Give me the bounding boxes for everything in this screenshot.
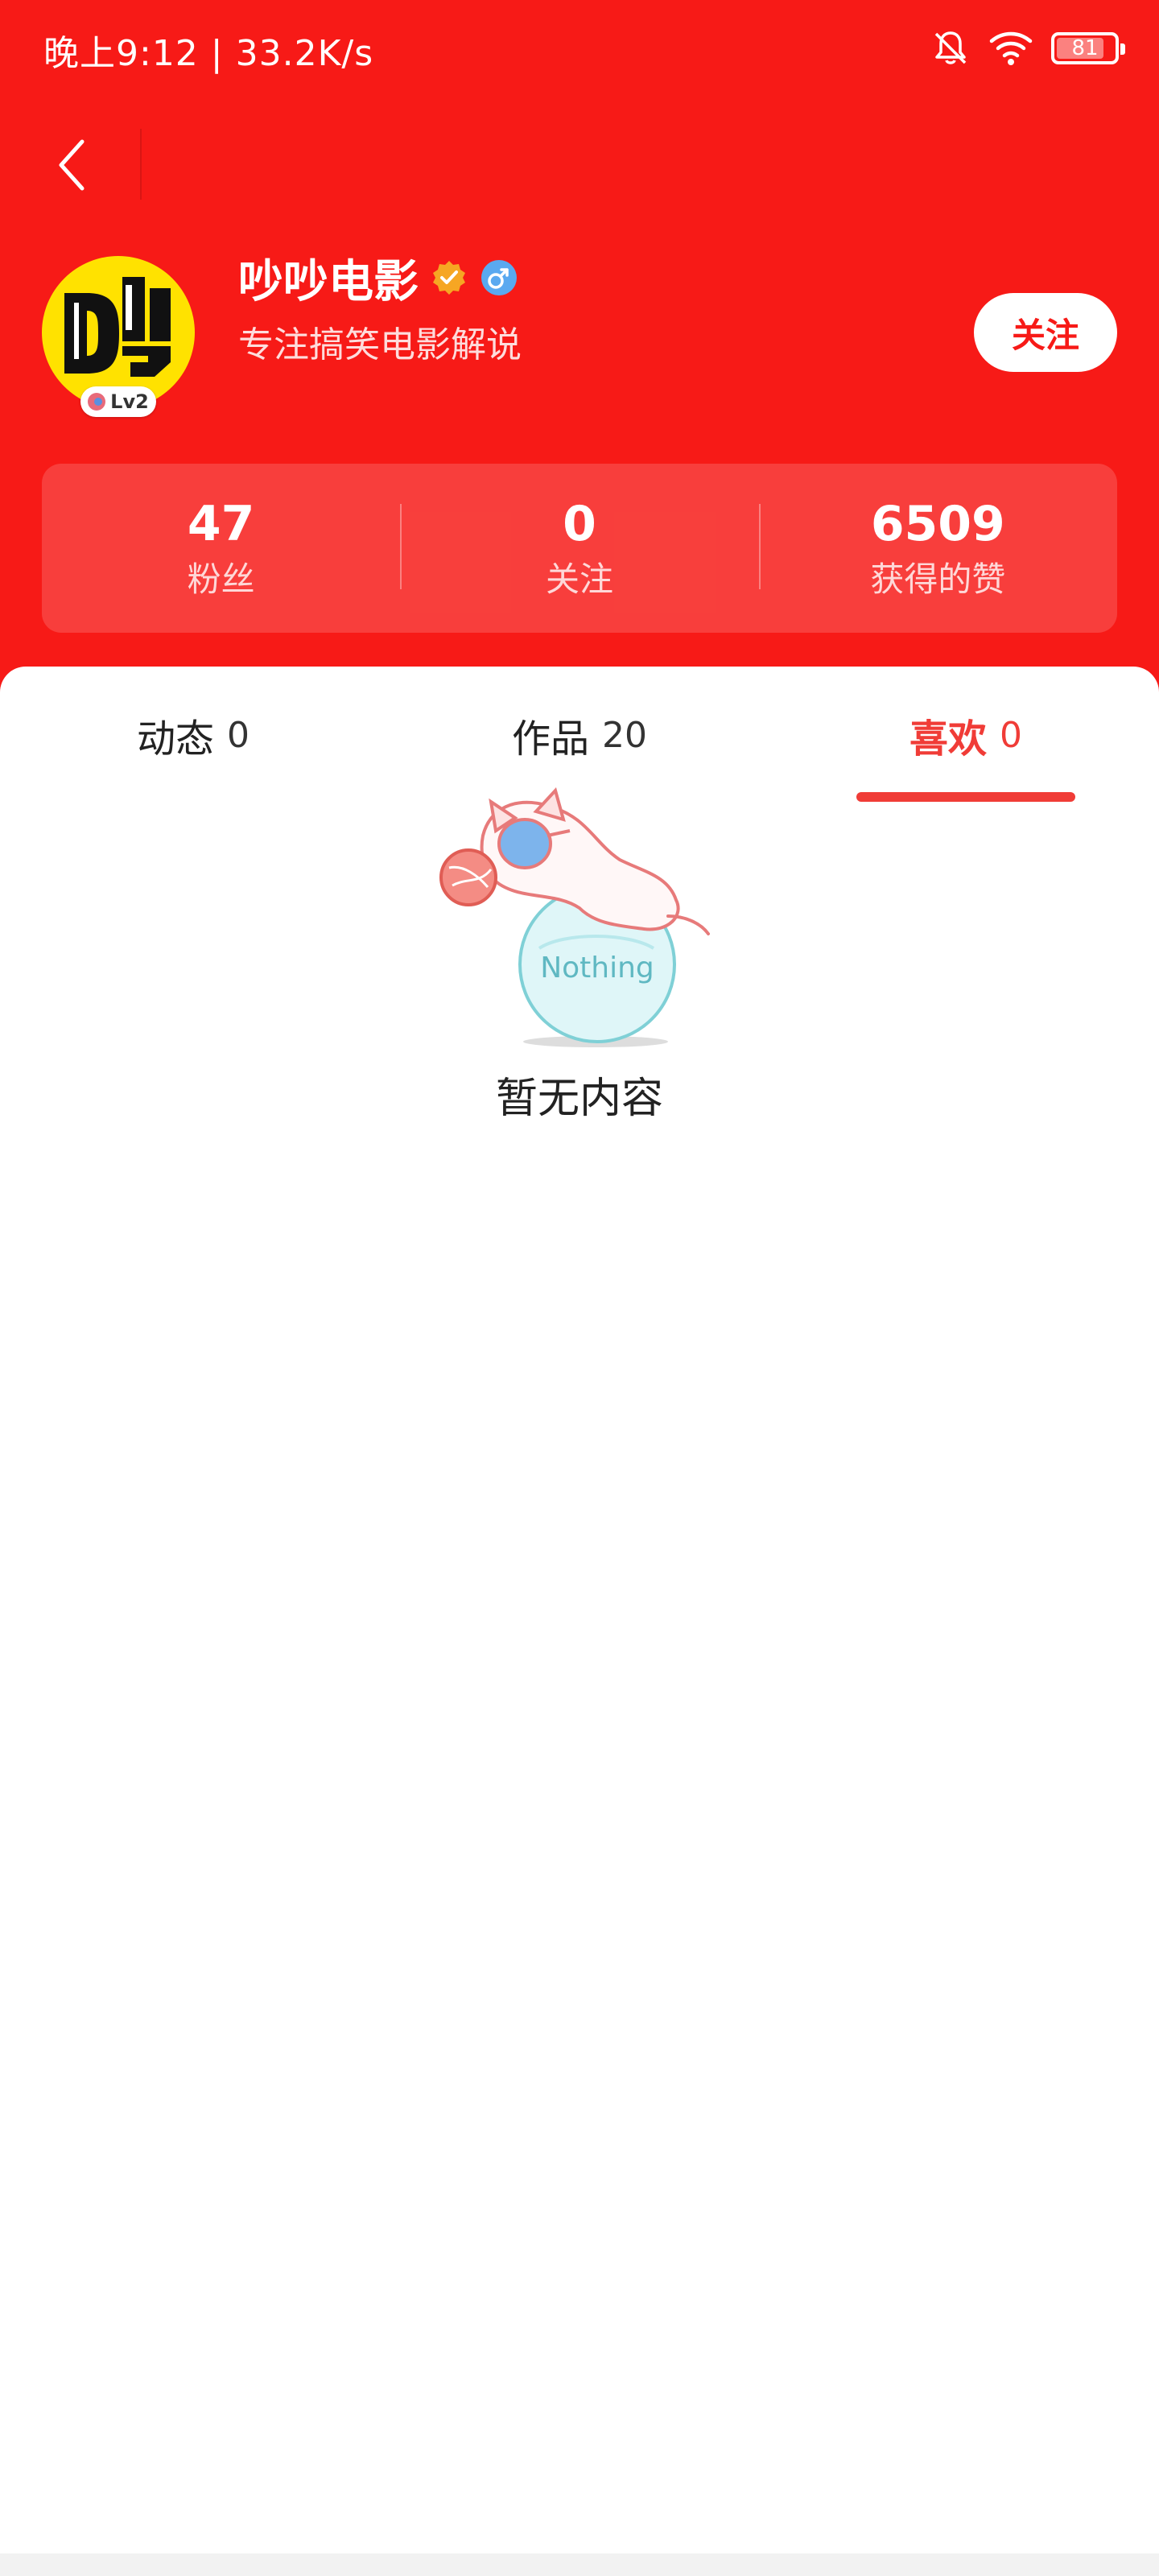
stat-value: 0 — [563, 496, 596, 552]
nav-divider — [140, 129, 142, 200]
tab-count: 0 — [227, 714, 250, 756]
status-icons: 81 — [930, 24, 1125, 72]
username: 吵吵电影 — [238, 255, 419, 308]
male-gender-icon — [481, 260, 517, 295]
battery-text: 81 — [1071, 36, 1099, 60]
empty-ball-text: Nothing — [540, 952, 654, 985]
follow-button[interactable]: 关注 — [974, 293, 1117, 372]
tab-active-indicator — [856, 792, 1075, 802]
stat-following[interactable]: 0 关注 — [400, 464, 758, 633]
stat-label: 获得的赞 — [870, 559, 1006, 599]
name-row: 吵吵电影 — [238, 246, 518, 310]
profile-header: 晚上9:12 | 33.2K/s 81 Lv2 吵吵电影 专注搞笑电影解说 关注… — [0, 0, 1159, 692]
bottom-gesture-bar — [0, 2553, 1159, 2576]
level-text: Lv2 — [110, 390, 149, 413]
mute-bell-icon — [934, 31, 967, 64]
tab-works[interactable]: 作品 20 — [435, 699, 724, 771]
chevron-left-icon — [59, 139, 85, 191]
tab-likes[interactable]: 喜欢 0 — [821, 699, 1111, 771]
level-badge: Lv2 — [80, 386, 156, 417]
avatar[interactable]: Lv2 — [42, 256, 195, 417]
tab-count: 0 — [1000, 714, 1022, 756]
stat-label: 粉丝 — [187, 559, 255, 599]
stat-likes[interactable]: 6509 获得的赞 — [758, 464, 1117, 633]
wifi-icon — [989, 31, 1033, 65]
bio: 专注搞笑电影解说 — [238, 324, 522, 365]
battery-icon: 81 — [1051, 32, 1125, 64]
level-icon — [88, 393, 106, 411]
empty-state-message: 暂无内容 — [495, 1075, 663, 1123]
content-panel: 动态 0 作品 20 喜欢 0 Nothing 暂无内容 — [0, 667, 1159, 2576]
back-button[interactable] — [40, 129, 105, 201]
stat-fans[interactable]: 47 粉丝 — [42, 464, 400, 633]
stats-card: 47 粉丝 0 关注 6509 获得的赞 — [42, 464, 1117, 633]
empty-state-illustration: Nothing — [439, 787, 710, 1047]
stat-value: 6509 — [870, 496, 1005, 552]
tab-label: 喜欢 — [909, 716, 987, 762]
stat-value: 47 — [187, 496, 255, 552]
verified-badge-icon — [433, 261, 465, 295]
tab-label: 作品 — [511, 716, 589, 762]
tab-dynamics[interactable]: 动态 0 — [48, 699, 338, 771]
tab-label: 动态 — [136, 716, 214, 762]
status-time: 晚上9:12 | 33.2K/s — [43, 33, 374, 74]
tab-bar: 动态 0 作品 20 喜欢 0 — [0, 667, 1159, 803]
stat-label: 关注 — [545, 559, 613, 599]
tab-count: 20 — [602, 714, 647, 756]
